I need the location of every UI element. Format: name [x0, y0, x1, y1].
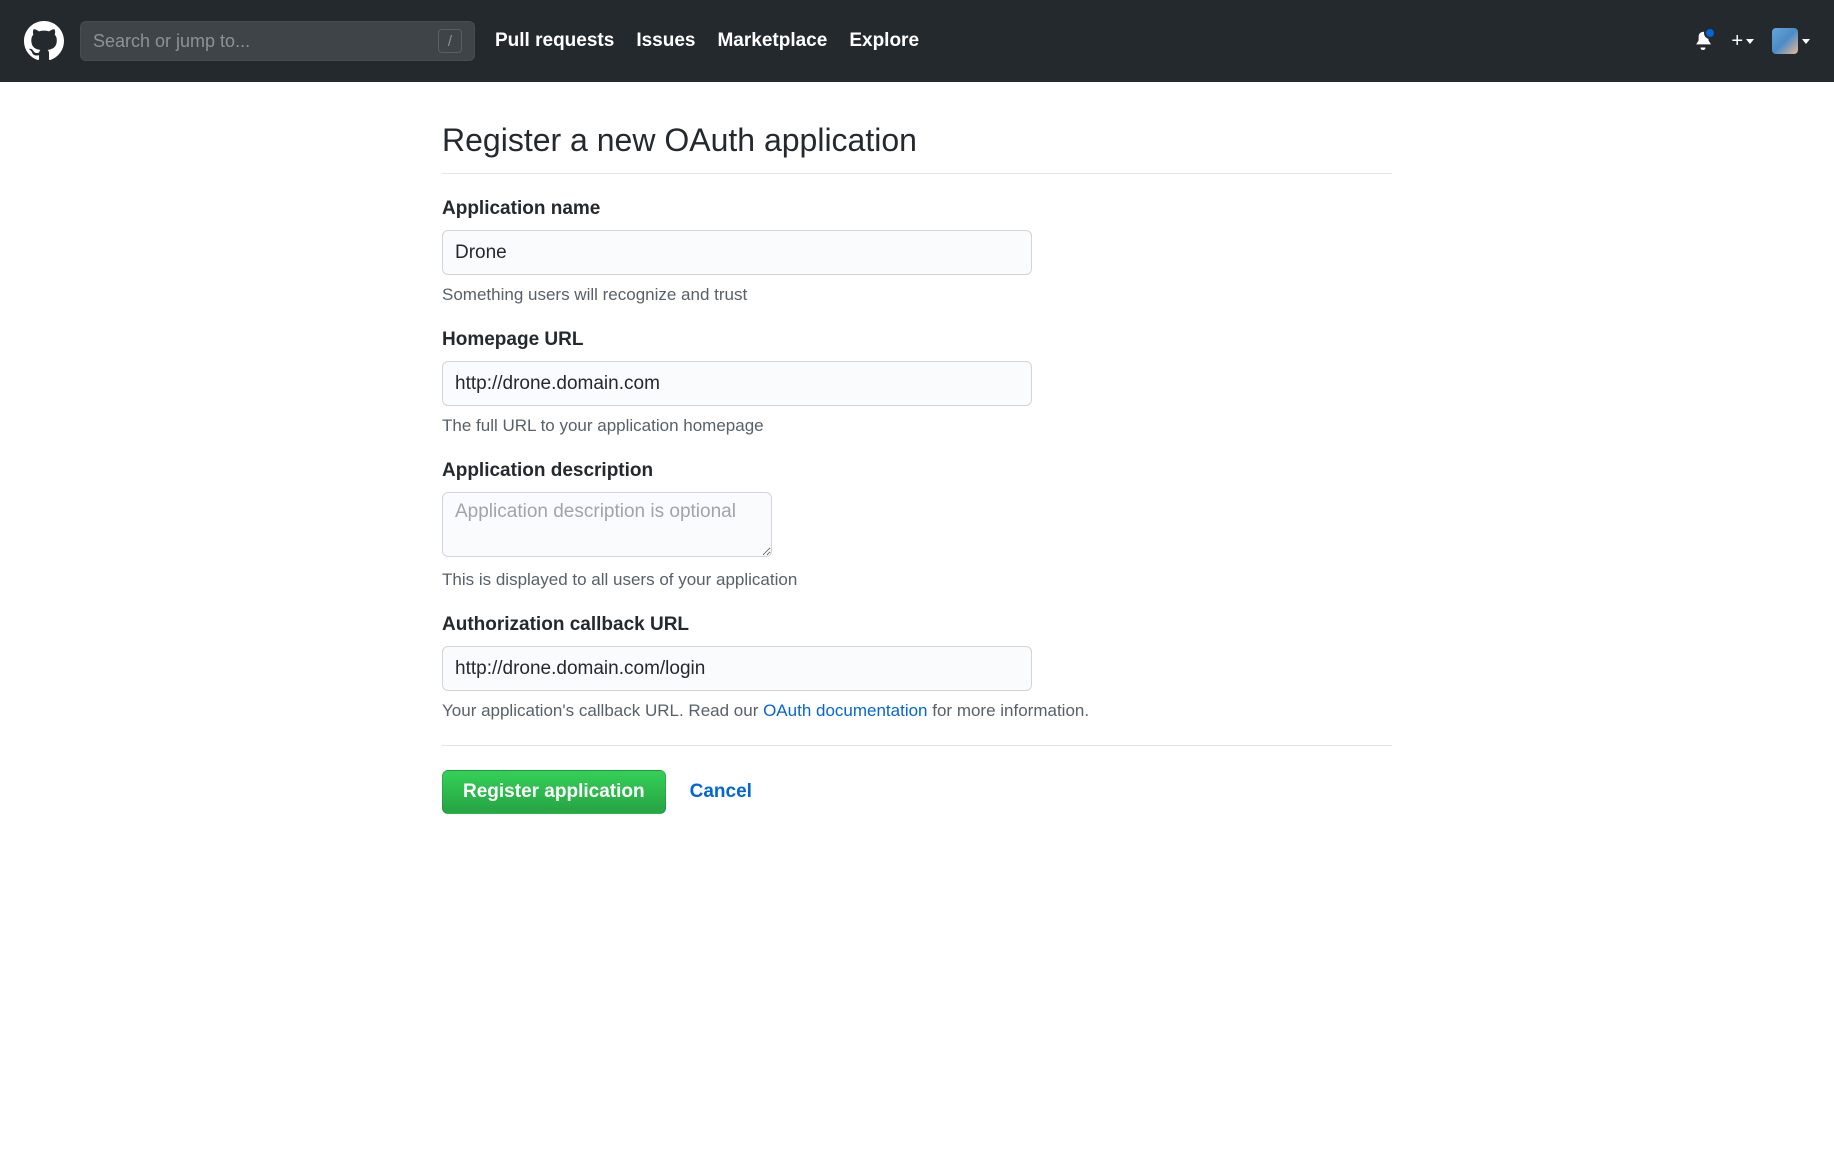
- nav-issues[interactable]: Issues: [636, 30, 695, 52]
- main-content: Register a new OAuth application Applica…: [422, 82, 1412, 854]
- app-name-input[interactable]: [442, 230, 1032, 275]
- global-header: / Pull requests Issues Marketplace Explo…: [0, 0, 1834, 82]
- callback-input[interactable]: [442, 646, 1032, 691]
- field-homepage-url: Homepage URL The full URL to your applic…: [442, 329, 1392, 436]
- oauth-docs-link[interactable]: OAuth documentation: [763, 701, 927, 720]
- search-slash-hint: /: [438, 29, 462, 53]
- callback-help-suffix: for more information.: [928, 701, 1090, 720]
- register-button[interactable]: Register application: [442, 770, 666, 814]
- description-textarea[interactable]: [442, 492, 772, 557]
- form-divider: [442, 745, 1392, 746]
- notification-indicator: [1704, 27, 1716, 39]
- cancel-link[interactable]: Cancel: [690, 781, 752, 803]
- github-logo[interactable]: [24, 21, 64, 61]
- nav-marketplace[interactable]: Marketplace: [717, 30, 827, 52]
- app-name-help: Something users will recognize and trust: [442, 285, 1392, 305]
- search-input[interactable]: [93, 31, 438, 52]
- caret-down-icon: [1746, 39, 1754, 44]
- homepage-help: The full URL to your application homepag…: [442, 416, 1392, 436]
- nav-explore[interactable]: Explore: [849, 30, 919, 52]
- callback-help-prefix: Your application's callback URL. Read ou…: [442, 701, 763, 720]
- description-label: Application description: [442, 460, 1392, 482]
- caret-down-icon: [1802, 39, 1810, 44]
- field-description: Application description This is displaye…: [442, 460, 1392, 590]
- field-app-name: Application name Something users will re…: [442, 198, 1392, 305]
- homepage-input[interactable]: [442, 361, 1032, 406]
- page-title: Register a new OAuth application: [442, 122, 1392, 174]
- plus-icon: +: [1731, 30, 1743, 53]
- create-new-dropdown[interactable]: +: [1731, 30, 1754, 53]
- form-actions: Register application Cancel: [442, 770, 1392, 814]
- nav-pull-requests[interactable]: Pull requests: [495, 30, 614, 52]
- notifications-button[interactable]: [1693, 30, 1713, 53]
- field-callback-url: Authorization callback URL Your applicat…: [442, 614, 1392, 721]
- user-menu-dropdown[interactable]: [1772, 28, 1810, 54]
- description-help: This is displayed to all users of your a…: [442, 570, 1392, 590]
- header-right: +: [1693, 28, 1810, 54]
- primary-nav: Pull requests Issues Marketplace Explore: [495, 30, 919, 52]
- callback-label: Authorization callback URL: [442, 614, 1392, 636]
- app-name-label: Application name: [442, 198, 1392, 220]
- callback-help: Your application's callback URL. Read ou…: [442, 701, 1392, 721]
- search-box[interactable]: /: [80, 21, 475, 61]
- github-mark-icon: [24, 21, 64, 61]
- homepage-label: Homepage URL: [442, 329, 1392, 351]
- user-avatar: [1772, 28, 1798, 54]
